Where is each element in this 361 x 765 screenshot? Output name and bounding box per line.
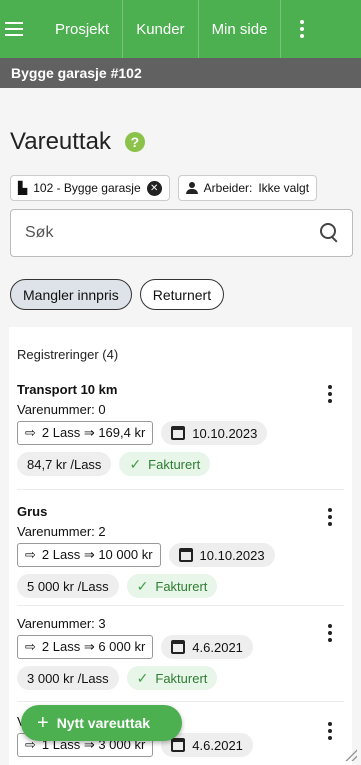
price-pill: 84,7 kr /Lass [17,452,112,476]
nav-item-min-side[interactable]: Min side [197,0,281,58]
item-varenummer: Varenummer: 2 [17,524,106,539]
status-text: Fakturert [148,456,201,472]
item-name: Transport 10 km [17,382,118,397]
item-name: Grus [17,504,48,519]
date-pill: 10.10.2023 [161,421,268,445]
list-item[interactable]: Grus Varenummer: 2 ⇨ 2 Lass ⇒ 10 000 kr 1… [17,490,344,606]
calendar-icon [171,426,186,440]
search-box [10,209,353,257]
registrations-list: Registreringer (4) Transport 10 km Varen… [9,327,352,765]
project-title: Bygge garasje #102 [0,58,361,88]
chip-returnert[interactable]: Returnert [139,279,225,310]
plus-icon: + [37,711,49,734]
item-varenummer: Varenummer: 3 [17,616,106,631]
filter-chips: Mangler innpris Returnert [10,279,225,310]
status-badge: ✓ Fakturert [126,574,218,598]
price-pill: 3 000 kr /Lass [17,666,119,690]
item-menu-icon[interactable] [328,722,332,740]
top-navigation-bar: Prosjekt Kunder Min side [0,0,361,58]
calendar-icon [171,738,186,752]
worker-filter[interactable]: Arbeider: Ikke valgt [177,175,318,201]
quantity-text: 2 Lass ⇒ 10 000 kr [41,547,153,562]
item-menu-icon[interactable] [328,385,332,403]
main-nav: Prosjekt Kunder Min side [42,0,322,58]
truck-icon: ⇨ [25,425,36,440]
truck-icon: ⇨ [25,547,36,562]
page-title: Vareuttak [10,128,111,155]
date-text: 10.10.2023 [192,425,258,441]
search-icon[interactable] [320,223,340,243]
list-item[interactable]: Varenummer: 3 ⇨ 2 Lass ⇒ 6 000 kr 4.6.202… [17,606,344,702]
resize-handle-icon[interactable] [345,749,357,761]
calendar-icon [178,548,193,562]
filter-row: ▙ 102 - Bygge garasje ✕ Arbeider: Ikke v… [10,175,318,201]
date-text: 10.10.2023 [199,547,265,563]
check-icon: ✓ [136,669,149,686]
item-menu-icon[interactable] [328,624,332,642]
chip-mangler-innpris[interactable]: Mangler innpris [10,279,132,310]
calendar-icon [171,640,186,654]
nav-item-kunder[interactable]: Kunder [122,0,197,58]
date-pill: 4.6.2021 [161,635,253,659]
list-header: Registreringer (4) [17,347,119,362]
person-icon [185,182,198,194]
item-varenummer: Varenummer: 0 [17,402,106,417]
building-icon: ▙ [18,181,28,195]
search-input[interactable] [25,224,285,242]
quantity-box: ⇨ 2 Lass ⇒ 10 000 kr [17,543,161,567]
clear-icon[interactable]: ✕ [146,180,162,196]
status-badge: ✓ Fakturert [119,452,211,476]
help-icon[interactable]: ? [124,132,145,152]
check-icon: ✓ [136,577,149,594]
project-filter[interactable]: ▙ 102 - Bygge garasje ✕ [10,175,170,201]
date-text: 4.6.2021 [192,737,243,753]
item-menu-icon[interactable] [328,508,332,526]
menu-icon[interactable] [0,0,30,58]
status-text: Fakturert [155,578,208,594]
quantity-box: ⇨ 2 Lass ⇒ 6 000 kr [17,635,154,659]
date-text: 4.6.2021 [192,639,243,655]
new-vareuttak-button[interactable]: + Nytt vareuttak [21,705,182,741]
page-header: Vareuttak ? [10,128,145,156]
worker-filter-label: Arbeider: [203,181,253,195]
quantity-text: 2 Lass ⇒ 6 000 kr [41,639,146,654]
price-pill: 5 000 kr /Lass [17,574,119,598]
quantity-text: 2 Lass ⇒ 169,4 kr [41,425,146,440]
nav-item-prosjekt[interactable]: Prosjekt [42,0,122,58]
quantity-box: ⇨ 2 Lass ⇒ 169,4 kr [17,421,154,445]
more-options-icon[interactable] [280,0,322,58]
project-filter-label: 102 - Bygge garasje [33,181,141,195]
check-icon: ✓ [129,455,142,472]
status-text: Fakturert [155,670,208,686]
worker-filter-value: Ikke valgt [258,181,310,195]
new-vareuttak-label: Nytt vareuttak [56,715,151,731]
list-item[interactable]: Transport 10 km Varenummer: 0 ⇨ 2 Lass ⇒ … [17,379,344,490]
status-badge: ✓ Fakturert [126,666,218,690]
truck-icon: ⇨ [25,639,36,654]
date-pill: 10.10.2023 [168,543,275,567]
